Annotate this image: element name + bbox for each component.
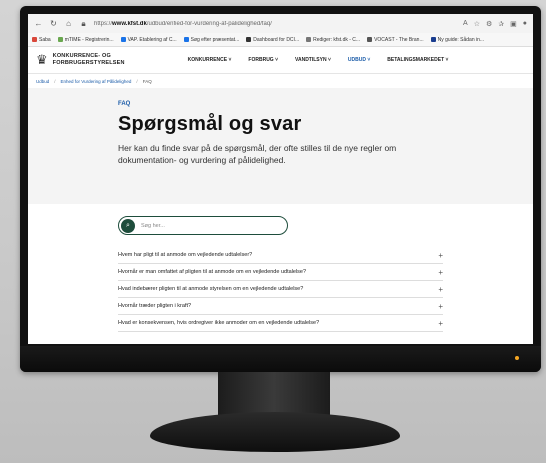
reload-icon[interactable]: ↻ <box>49 19 58 28</box>
bookmark-label: Dashboard for DCI... <box>253 36 300 43</box>
bookmark-item[interactable]: Dashboard for DCI... <box>246 37 299 43</box>
search-placeholder: Søg her... <box>141 222 165 229</box>
eyebrow: FAQ <box>118 101 131 107</box>
bookmark-favicon-icon <box>57 37 63 42</box>
bookmark-favicon-icon <box>306 37 312 42</box>
star-icon[interactable]: ☆ <box>474 20 480 28</box>
faq-section: ⌕ Søg her... Hvem har pligt til at anmod… <box>28 204 533 332</box>
bookmark-item[interactable]: Rediger: kfst.dk - C... <box>306 37 360 43</box>
nav-item-2[interactable]: FORBRUG ˅ <box>248 57 278 63</box>
bookmark-item[interactable]: mTIME - Registrerin... <box>57 36 114 43</box>
bookmark-favicon-icon <box>246 37 252 42</box>
read-aloud-icon[interactable]: A <box>463 20 468 27</box>
brand-line-2: FORBRUGERSTYRELSEN <box>52 60 125 66</box>
nav-item-4[interactable]: UDBUD ˅ <box>348 57 370 63</box>
breadcrumb-current: FAQ <box>142 78 152 84</box>
bookmark-item[interactable]: VAP. Etablering af C... <box>120 36 177 43</box>
extensions-icon[interactable]: ⚙ <box>486 20 492 28</box>
plus-icon[interactable]: + <box>438 302 443 311</box>
bookmark-label: Rediger: kfst.dk - C... <box>313 36 361 43</box>
bookmark-label: VOCAST - The Bran... <box>374 36 424 43</box>
faq-question: Hvad indebærer pligten til at anmode sty… <box>118 286 304 292</box>
profile-icon[interactable]: ● <box>523 20 527 27</box>
faq-question: Hvornår er man omfattet af pligten til a… <box>118 269 307 275</box>
url-field[interactable]: https://www.kfst.dk/udbud/enfied-for-vur… <box>94 21 457 27</box>
breadcrumb-enhed[interactable]: Enhed for Vurdering af Pålidelighed <box>61 79 132 84</box>
monitor: ← ↻ ⌂ 🔒︎ https://www.kfst.dk/udbud/enfie… <box>20 6 541 372</box>
bookmark-item[interactable]: Ny guide: Sådan in... <box>430 36 485 43</box>
search-input[interactable]: ⌕ Søg her... <box>118 216 288 235</box>
bookmark-label: VAP. Etablering af C... <box>127 36 177 43</box>
breadcrumb: Udbud / Enhed for Vurdering af Pålidelig… <box>28 74 533 88</box>
bookmark-label: mTIME - Registrerin... <box>64 36 114 43</box>
bookmark-favicon-icon <box>183 37 189 42</box>
faq-item[interactable]: Hvem har pligt til at anmode om vejleden… <box>118 247 443 264</box>
site-header: ♛ KONKURRENCE- OG FORBRUGERSTYRELSEN KON… <box>28 47 533 74</box>
faq-item[interactable]: Hvad indebærer pligten til at anmode sty… <box>118 281 443 298</box>
faq-question: Hvad er konsekvensen, hvis ordregiver ik… <box>118 320 320 326</box>
faq-question: Hvornår træder pligten i kraft? <box>118 303 192 309</box>
plus-icon[interactable]: + <box>438 285 443 294</box>
bookmark-favicon-icon <box>32 37 37 42</box>
hero: FAQ Spørgsmål og svar Her kan du finde s… <box>28 88 533 204</box>
monitor-bezel <box>20 346 541 372</box>
screen: ← ↻ ⌂ 🔒︎ https://www.kfst.dk/udbud/enfie… <box>28 14 533 344</box>
browser-address-bar: ← ↻ ⌂ 🔒︎ https://www.kfst.dk/udbud/enfie… <box>28 14 533 33</box>
nav-item-1[interactable]: KONKURRENCE ˅ <box>188 57 232 63</box>
crown-logo-icon[interactable]: ♛ <box>36 52 48 68</box>
faq-item[interactable]: Hvornår træder pligten i kraft? + <box>118 298 443 315</box>
page-lead: Her kan du finde svar på de spørgsmål, d… <box>118 143 397 165</box>
home-icon[interactable]: ⌂ <box>64 19 73 28</box>
favorites-icon[interactable]: ✰ <box>498 20 504 28</box>
search-icon[interactable]: ⌕ <box>121 218 135 233</box>
bookmark-item[interactable]: Saba <box>32 37 51 43</box>
bookmark-label: Saba <box>39 36 51 43</box>
brand-line-1: KONKURRENCE- OG <box>52 53 111 59</box>
plus-icon[interactable]: + <box>438 319 443 328</box>
plus-icon[interactable]: + <box>438 268 443 277</box>
plus-icon[interactable]: + <box>438 251 443 260</box>
collections-icon[interactable]: ▣ <box>510 20 517 28</box>
faq-list: Hvem har pligt til at anmode om vejleden… <box>118 247 443 332</box>
breadcrumb-separator: / <box>54 78 56 84</box>
bookmarks-bar: Saba mTIME - Registrerin... VAP. Etablerin… <box>28 33 533 47</box>
bookmark-label: Søg efter præsentat... <box>190 36 240 43</box>
bookmark-label: Ny guide: Sådan in... <box>437 36 485 43</box>
faq-question: Hvem har pligt til at anmode om vejleden… <box>118 252 253 258</box>
faq-item[interactable]: Hvornår er man omfattet af pligten til a… <box>118 264 443 281</box>
bookmark-item[interactable]: Søg efter præsentat... <box>183 36 240 43</box>
back-icon[interactable]: ← <box>34 19 43 28</box>
site-logo[interactable]: KONKURRENCE- OG FORBRUGERSTYRELSEN <box>53 53 143 67</box>
monitor-stand-neck <box>218 372 330 416</box>
bookmark-item[interactable]: VOCAST - The Bran... <box>367 37 424 43</box>
bookmark-favicon-icon <box>367 37 373 42</box>
monitor-stand-base <box>150 412 400 452</box>
lock-icon: 🔒︎ <box>81 18 86 28</box>
page-title: Spørgsmål og svar <box>118 113 302 135</box>
power-led <box>515 356 519 360</box>
breadcrumb-udbud[interactable]: Udbud <box>36 79 49 84</box>
nav-item-3[interactable]: VANDTILSYN ˅ <box>295 57 331 63</box>
breadcrumb-separator: / <box>136 78 138 84</box>
main-nav: KONKURRENCE ˅ FORBRUG ˅ VANDTILSYN ˅ UDBUD … <box>188 57 449 63</box>
nav-item-5[interactable]: BETALINGSMARKEDET ˅ <box>387 57 448 63</box>
faq-item[interactable]: Hvad er konsekvensen, hvis ordregiver ik… <box>118 315 443 332</box>
bookmark-favicon-icon <box>120 37 126 42</box>
bookmark-favicon-icon <box>430 37 436 42</box>
